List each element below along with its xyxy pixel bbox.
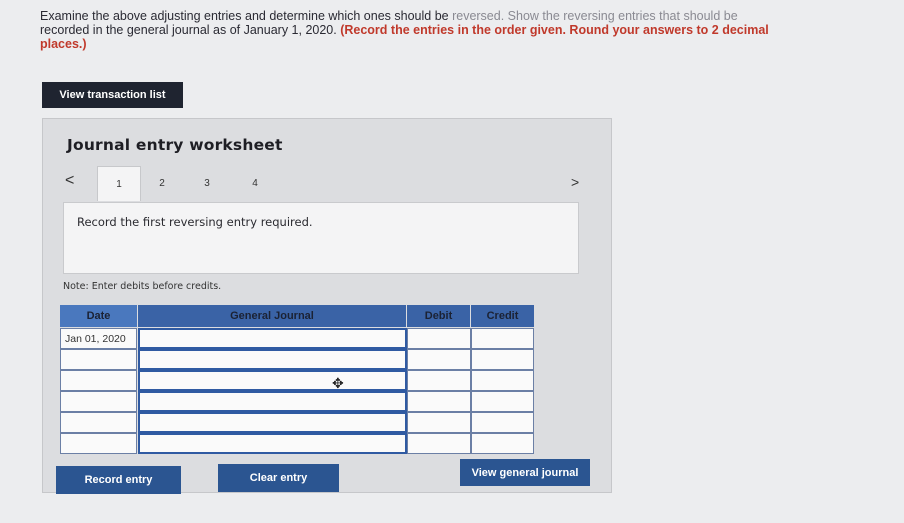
tab-3[interactable]: 3 <box>186 166 228 200</box>
credit-field[interactable] <box>471 328 534 349</box>
account-field[interactable] <box>138 433 407 454</box>
note-text: Note: Enter debits before credits. <box>63 281 222 292</box>
tab-4[interactable]: 4 <box>234 166 276 200</box>
credit-field[interactable] <box>471 433 534 454</box>
instructions-text-1: Examine the above adjusting entries and … <box>40 9 453 23</box>
debit-field[interactable] <box>407 433 471 454</box>
tab-1[interactable]: 1 <box>97 166 141 201</box>
debit-field[interactable] <box>407 391 471 412</box>
instructions-text-2: reversed. Show the reversing entries tha… <box>452 9 738 23</box>
view-general-journal-button[interactable]: View general journal <box>460 459 590 486</box>
debit-field[interactable] <box>407 328 471 349</box>
journal-table: Date General Journal Debit Credit Jan 01… <box>60 305 536 454</box>
date-cell[interactable] <box>60 391 137 412</box>
clear-entry-button[interactable]: Clear entry <box>218 464 339 492</box>
debit-column-header: Debit <box>407 305 470 327</box>
prev-arrow-icon[interactable]: < <box>65 172 74 190</box>
date-cell[interactable] <box>60 370 137 391</box>
prompt-text: Record the first reversing entry require… <box>77 215 313 229</box>
next-arrow-icon[interactable]: > <box>571 174 579 190</box>
account-field[interactable] <box>138 370 407 391</box>
record-entry-button[interactable]: Record entry <box>56 466 181 494</box>
account-field[interactable] <box>138 391 407 412</box>
date-column-header: Date <box>60 305 137 327</box>
account-field[interactable] <box>138 349 407 370</box>
move-cursor-icon: ✥ <box>332 375 344 391</box>
date-cell[interactable]: Jan 01, 2020 <box>60 328 137 349</box>
credit-field[interactable] <box>471 391 534 412</box>
tab-2[interactable]: 2 <box>141 166 183 200</box>
credit-column-header: Credit <box>471 305 534 327</box>
instructions: Examine the above adjusting entries and … <box>40 9 810 51</box>
instructions-text-3: recorded in the general journal as of Ja… <box>40 23 341 37</box>
credit-field[interactable] <box>471 370 534 391</box>
journal-entry-worksheet: Journal entry worksheet < > 1 2 3 4 Reco… <box>42 118 612 494</box>
prompt-box: Record the first reversing entry require… <box>63 202 579 274</box>
date-cell[interactable] <box>60 433 137 454</box>
account-field[interactable] <box>138 328 407 349</box>
date-cell[interactable] <box>60 412 137 433</box>
account-field[interactable] <box>138 412 407 433</box>
instructions-emphasis: (Record the entries in the order given. … <box>340 23 769 37</box>
date-cell[interactable] <box>60 349 137 370</box>
debit-field[interactable] <box>407 370 471 391</box>
worksheet-title: Journal entry worksheet <box>67 136 283 154</box>
credit-field[interactable] <box>471 349 534 370</box>
credit-field[interactable] <box>471 412 534 433</box>
instructions-emphasis-end: places.) <box>40 37 87 51</box>
debit-field[interactable] <box>407 412 471 433</box>
general-journal-column-header: General Journal <box>138 305 406 327</box>
debit-field[interactable] <box>407 349 471 370</box>
view-transaction-list-button[interactable]: View transaction list <box>42 82 183 108</box>
